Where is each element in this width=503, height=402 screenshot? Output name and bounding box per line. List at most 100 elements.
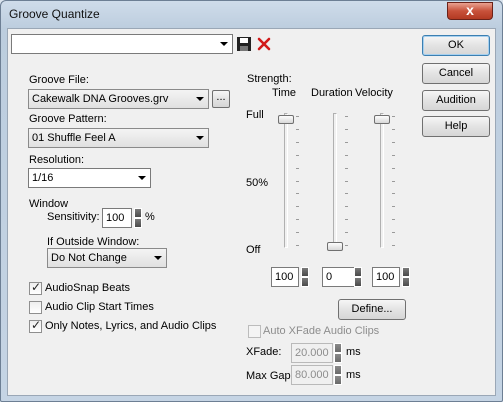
audiosnap-beats-label[interactable]: AudioSnap Beats xyxy=(45,282,130,294)
time-slider-tick xyxy=(296,245,299,246)
duration-slider-tick xyxy=(345,167,348,169)
close-button[interactable]: x xyxy=(447,2,493,20)
time-slider-tick xyxy=(296,232,299,234)
title-bar[interactable]: Groove Quantize x xyxy=(1,1,502,27)
velocity-slider-tick xyxy=(392,116,395,117)
velocity-slider-thumb[interactable] xyxy=(374,115,390,124)
duration-slider-tick xyxy=(345,141,348,143)
scale-full-label: Full xyxy=(246,109,264,121)
xfade-label: XFade: xyxy=(246,346,282,358)
sensitivity-unit: % xyxy=(145,211,155,223)
time-value-input[interactable]: 100 xyxy=(271,267,299,287)
define-button[interactable]: Define... xyxy=(338,299,406,320)
scale-mid-label: 50% xyxy=(246,177,269,189)
groove-file-combo[interactable]: Cakewalk DNA Grooves.grv xyxy=(28,89,209,109)
max-gap-spinner[interactable] xyxy=(334,365,342,385)
outside-window-value: Do Not Change xyxy=(51,252,127,264)
time-spinner[interactable] xyxy=(301,267,309,287)
duration-slider-tick xyxy=(345,232,348,234)
sensitivity-input[interactable]: 100 xyxy=(102,208,132,228)
dialog-body: OK Cancel Audition Help Groove File: Cak… xyxy=(7,28,496,396)
outside-window-label: If Outside Window: xyxy=(47,236,140,248)
velocity-slider-tick xyxy=(392,193,395,195)
resolution-label: Resolution: xyxy=(29,154,85,166)
scale-off-label: Off xyxy=(246,244,261,256)
auto-xfade-checkbox[interactable] xyxy=(248,325,261,338)
duration-slider-tick xyxy=(345,193,348,195)
max-gap-label: Max Gap: xyxy=(246,370,294,382)
resolution-value: 1/16 xyxy=(32,172,54,184)
cancel-button[interactable]: Cancel xyxy=(422,63,490,84)
velocity-label: Velocity xyxy=(355,87,393,99)
velocity-slider-track[interactable] xyxy=(380,113,384,248)
duration-slider-track[interactable] xyxy=(333,113,337,248)
window-group-label: Window xyxy=(29,198,69,210)
groove-file-value: Cakewalk DNA Grooves.grv xyxy=(32,93,169,105)
velocity-value-input[interactable]: 100 xyxy=(372,267,400,287)
chevron-down-icon xyxy=(154,256,162,260)
groove-pattern-label: Groove Pattern: xyxy=(29,113,107,125)
outside-window-combo[interactable]: Do Not Change xyxy=(47,248,167,268)
only-notes-label[interactable]: Only Notes, Lyrics, and Audio Clips xyxy=(45,320,216,332)
xfade-spinner[interactable] xyxy=(334,343,342,363)
time-slider-tick xyxy=(296,193,299,195)
time-slider-tick xyxy=(296,116,299,117)
audio-clip-start-times-label[interactable]: Audio Clip Start Times xyxy=(45,301,154,313)
duration-slider-tick xyxy=(345,116,348,117)
ok-button[interactable]: OK xyxy=(422,35,490,56)
only-notes-checkbox[interactable]: ✓ xyxy=(29,318,42,333)
time-slider-tick xyxy=(296,180,299,182)
time-slider-tick xyxy=(296,141,299,143)
duration-slider-tick xyxy=(345,180,348,182)
dialog-window: Groove Quantize x OK Cancel Audition Hel… xyxy=(0,0,503,402)
duration-slider-tick xyxy=(345,245,348,246)
time-slider-tick xyxy=(296,154,299,156)
xfade-input[interactable]: 20.000 xyxy=(291,343,333,363)
time-slider-tick xyxy=(296,206,299,208)
delete-icon[interactable] xyxy=(256,36,272,52)
chevron-down-icon xyxy=(196,136,204,140)
groove-file-label: Groove File: xyxy=(29,74,89,86)
save-icon[interactable] xyxy=(236,36,252,52)
time-slider-track[interactable] xyxy=(284,113,288,248)
resolution-combo[interactable]: 1/16 xyxy=(28,168,151,188)
duration-spinner[interactable] xyxy=(354,267,362,287)
browse-button[interactable]: ... xyxy=(212,90,230,108)
check-icon: ✓ xyxy=(31,318,42,332)
duration-slider-tick xyxy=(345,219,348,221)
velocity-spinner[interactable] xyxy=(402,267,410,287)
groove-pattern-value: 01 Shuffle Feel A xyxy=(32,132,116,144)
sensitivity-spinner[interactable] xyxy=(134,208,142,228)
chevron-down-icon xyxy=(138,176,146,180)
audiosnap-beats-checkbox[interactable]: ✓ xyxy=(29,280,42,295)
sensitivity-label: Sensitivity: xyxy=(47,211,100,223)
duration-slider-tick xyxy=(345,206,348,208)
groove-pattern-combo[interactable]: 01 Shuffle Feel A xyxy=(28,128,209,148)
velocity-slider-tick xyxy=(392,206,395,208)
chevron-down-icon xyxy=(196,97,204,101)
velocity-slider-tick xyxy=(392,245,395,246)
duration-label: Duration xyxy=(311,87,353,99)
velocity-slider-tick xyxy=(392,219,395,221)
max-gap-input[interactable]: 80.000 xyxy=(291,365,333,385)
close-icon: x xyxy=(466,2,474,18)
velocity-slider-tick xyxy=(392,167,395,169)
time-slider-tick xyxy=(296,128,299,130)
time-slider-thumb[interactable] xyxy=(278,115,294,124)
strength-label: Strength: xyxy=(247,73,292,85)
auto-xfade-label[interactable]: Auto XFade Audio Clips xyxy=(263,325,379,337)
time-slider-tick xyxy=(296,167,299,169)
time-label: Time xyxy=(272,87,297,99)
chevron-down-icon xyxy=(220,42,228,46)
velocity-slider-tick xyxy=(392,141,395,143)
velocity-slider-tick xyxy=(392,180,395,182)
preset-combo[interactable] xyxy=(11,34,233,54)
duration-slider-thumb[interactable] xyxy=(327,242,343,251)
audition-button[interactable]: Audition xyxy=(422,90,490,111)
help-button[interactable]: Help xyxy=(422,116,490,137)
velocity-slider-tick xyxy=(392,154,395,156)
velocity-slider-tick xyxy=(392,128,395,130)
duration-slider-tick xyxy=(345,154,348,156)
duration-slider-tick xyxy=(345,128,348,130)
audio-clip-start-times-checkbox[interactable] xyxy=(29,301,42,314)
